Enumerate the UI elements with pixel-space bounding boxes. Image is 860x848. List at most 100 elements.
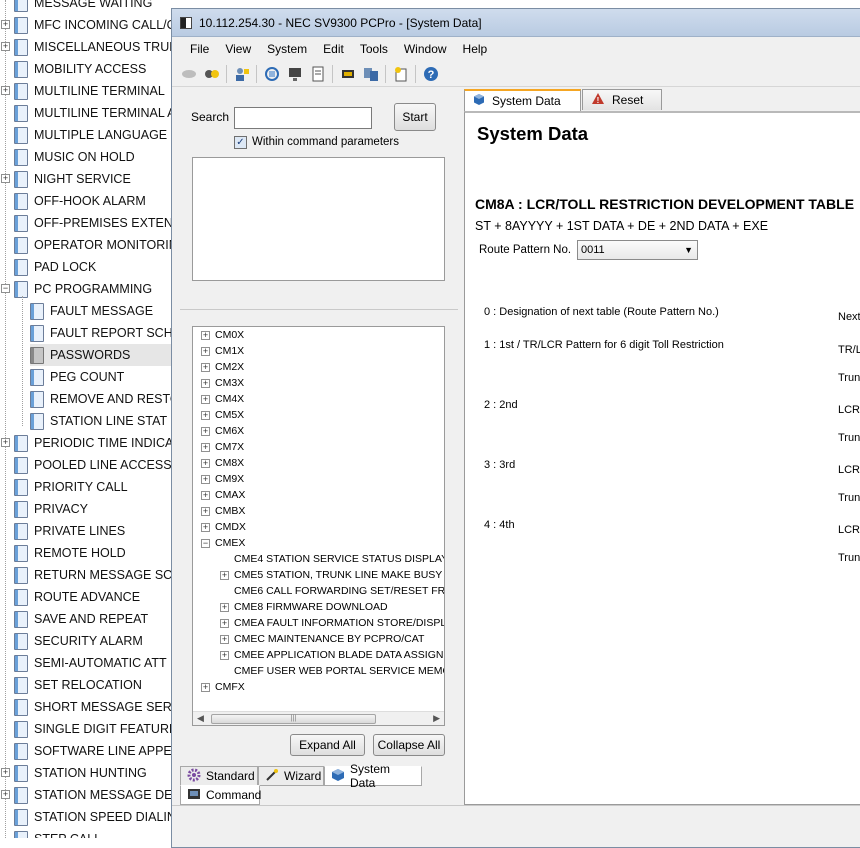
menu-help[interactable]: Help: [455, 42, 496, 56]
command-tree-item[interactable]: + CM4X: [201, 391, 244, 407]
command-tree-item[interactable]: + CM6X: [201, 423, 244, 439]
command-tree-item[interactable]: + CM8X: [201, 455, 244, 471]
scroll-thumb[interactable]: |||: [211, 714, 376, 724]
expand-icon[interactable]: +: [201, 490, 210, 500]
collapse-icon[interactable]: −: [201, 538, 210, 548]
expand-icon[interactable]: +: [220, 602, 229, 612]
help-topic-item[interactable]: + MFC INCOMING CALL/O: [1, 14, 175, 36]
expand-icon[interactable]: +: [201, 394, 210, 404]
expand-icon[interactable]: +: [1, 42, 10, 51]
expand-icon[interactable]: +: [1, 20, 10, 29]
help-topic-item[interactable]: FAULT REPORT SCH: [30, 322, 175, 344]
document-icon[interactable]: [309, 65, 326, 82]
help-topic-item[interactable]: MESSAGE WAITING: [14, 0, 175, 14]
search-results-list[interactable]: [192, 157, 445, 281]
help-topic-item[interactable]: REMOVE AND RESTO: [30, 388, 175, 410]
command-tree-item[interactable]: + CM2X: [201, 359, 244, 375]
tab-reset[interactable]: ! Reset: [582, 89, 662, 110]
help-topic-item[interactable]: PRIVACY: [14, 498, 175, 520]
transfer-icon[interactable]: [362, 65, 379, 82]
help-topic-item[interactable]: PRIVATE LINES: [14, 520, 175, 542]
help-topic-item[interactable]: − PC PROGRAMMING: [1, 278, 175, 300]
command-tree-item[interactable]: CME6 CALL FORWARDING SET/RESET FROM: [220, 583, 444, 599]
expand-icon[interactable]: +: [220, 618, 229, 628]
help-topic-item[interactable]: + NIGHT SERVICE: [1, 168, 175, 190]
menu-tools[interactable]: Tools: [352, 42, 396, 56]
expand-icon[interactable]: +: [201, 362, 210, 372]
tab-standard[interactable]: Standard: [180, 766, 258, 786]
tab-system-data[interactable]: System Data: [324, 762, 422, 790]
expand-icon[interactable]: +: [201, 410, 210, 420]
menu-file[interactable]: File: [182, 42, 217, 56]
search-input[interactable]: [234, 107, 372, 129]
scroll-right-icon[interactable]: ▶: [433, 713, 440, 724]
tab-system-data-doc[interactable]: System Data: [464, 89, 581, 111]
expand-icon[interactable]: +: [1, 790, 10, 799]
expand-icon[interactable]: +: [201, 330, 210, 340]
menu-edit[interactable]: Edit: [315, 42, 352, 56]
command-tree-item[interactable]: + CMBX: [201, 503, 245, 519]
command-tree-item[interactable]: + CMEC MAINTENANCE BY PCPRO/CAT: [220, 631, 424, 647]
tab-wizard[interactable]: Wizard: [258, 766, 324, 786]
help-icon[interactable]: ?: [422, 65, 439, 82]
expand-icon[interactable]: +: [1, 768, 10, 777]
command-tree-item[interactable]: + CM3X: [201, 375, 244, 391]
disconnect-icon[interactable]: [180, 65, 197, 82]
help-topic-item[interactable]: SET RELOCATION: [14, 674, 175, 696]
help-topic-item[interactable]: REMOTE HOLD: [14, 542, 175, 564]
help-topic-item[interactable]: PAD LOCK: [14, 256, 175, 278]
help-topic-item[interactable]: PRIORITY CALL: [14, 476, 175, 498]
title-bar[interactable]: 10.112.254.30 - NEC SV9300 PCPro - [Syst…: [172, 9, 860, 37]
expand-icon[interactable]: +: [201, 474, 210, 484]
chip-icon[interactable]: [339, 65, 356, 82]
command-tree-item[interactable]: + CME5 STATION, TRUNK LINE MAKE BUSY: [220, 567, 442, 583]
command-tree-item[interactable]: + CM1X: [201, 343, 244, 359]
expand-icon[interactable]: +: [201, 378, 210, 388]
help-topic-item[interactable]: SHORT MESSAGE SERV: [14, 696, 175, 718]
menu-window[interactable]: Window: [396, 42, 455, 56]
help-topic-item[interactable]: OFF-HOOK ALARM: [14, 190, 175, 212]
expand-icon[interactable]: +: [201, 346, 210, 356]
help-topic-item[interactable]: + STATION HUNTING: [1, 762, 175, 784]
help-topic-item[interactable]: + MULTILINE TERMINAL: [1, 80, 175, 102]
command-tree-item[interactable]: + CM5X: [201, 407, 244, 423]
help-topic-item[interactable]: + STATION MESSAGE DE: [1, 784, 175, 806]
command-tree[interactable]: + CM0X + CM1X + CM2X + CM3X + CM4X + CM5X + CM6X + CM7X…: [192, 326, 445, 726]
command-tree-item[interactable]: CMEF USER WEB PORTAL SERVICE MEMOR: [220, 663, 444, 679]
help-topic-item[interactable]: + MISCELLANEOUS TRUN: [1, 36, 175, 58]
help-topic-item[interactable]: RETURN MESSAGE SCH: [14, 564, 175, 586]
route-pattern-select[interactable]: 0011 ▼: [577, 240, 698, 260]
connect-icon[interactable]: [203, 65, 220, 82]
within-parameters-checkbox[interactable]: ✓: [234, 136, 247, 149]
expand-icon[interactable]: +: [201, 522, 210, 532]
command-tree-item[interactable]: − CMEX: [201, 535, 245, 551]
menu-view[interactable]: View: [217, 42, 259, 56]
expand-icon[interactable]: +: [220, 634, 229, 644]
horizontal-scrollbar[interactable]: ◀ ||| ▶: [193, 711, 444, 725]
command-tree-item[interactable]: CME4 STATION SERVICE STATUS DISPLAY: [220, 551, 444, 567]
expand-icon[interactable]: +: [1, 438, 10, 447]
help-topic-item[interactable]: + PERIODIC TIME INDICAT: [1, 432, 175, 454]
help-topic-item[interactable]: MOBILITY ACCESS: [14, 58, 175, 80]
collapse-all-button[interactable]: Collapse All: [373, 734, 445, 756]
expand-icon[interactable]: +: [201, 442, 210, 452]
help-topic-item[interactable]: OPERATOR MONITORIN: [14, 234, 175, 256]
users-icon[interactable]: [233, 65, 250, 82]
help-topic-item[interactable]: STATION SPEED DIALIN: [14, 806, 175, 828]
refresh-icon[interactable]: [263, 65, 280, 82]
expand-icon[interactable]: +: [220, 650, 229, 660]
help-topic-item[interactable]: ROUTE ADVANCE: [14, 586, 175, 608]
command-tree-item[interactable]: + CME8 FIRMWARE DOWNLOAD: [220, 599, 388, 615]
command-tree-item[interactable]: + CMAX: [201, 487, 245, 503]
expand-icon[interactable]: +: [201, 682, 210, 692]
command-tree-item[interactable]: + CM9X: [201, 471, 244, 487]
help-topic-item[interactable]: OFF-PREMISES EXTENS: [14, 212, 175, 234]
expand-icon[interactable]: +: [201, 506, 210, 516]
help-topic-item[interactable]: STEP CALL: [14, 828, 175, 838]
expand-icon[interactable]: +: [201, 458, 210, 468]
help-topic-item[interactable]: MULTIPLE LANGUAGE D: [14, 124, 175, 146]
start-button[interactable]: Start: [394, 103, 436, 131]
help-topic-item[interactable]: POOLED LINE ACCESS: [14, 454, 175, 476]
expand-icon[interactable]: +: [220, 570, 229, 580]
help-topic-item[interactable]: MULTILINE TERMINAL A: [14, 102, 175, 124]
